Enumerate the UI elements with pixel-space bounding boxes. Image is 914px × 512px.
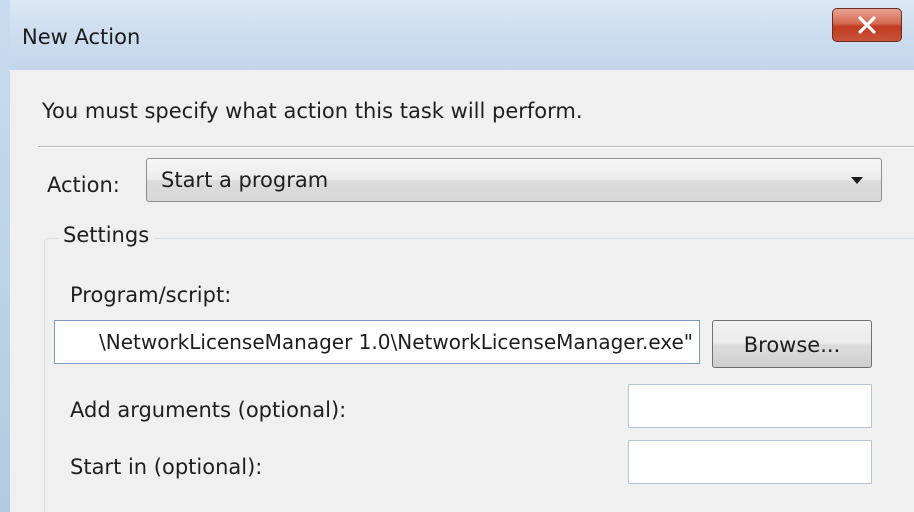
close-button[interactable] bbox=[832, 8, 902, 42]
browse-button-label: Browse... bbox=[743, 333, 841, 357]
browse-button[interactable]: Browse... bbox=[712, 320, 872, 368]
add-arguments-label: Add arguments (optional): bbox=[70, 398, 347, 422]
chevron-down-icon bbox=[851, 177, 863, 184]
action-label: Action: bbox=[47, 173, 120, 197]
window-title: New Action bbox=[22, 25, 141, 49]
header-separator bbox=[38, 146, 914, 148]
new-action-dialog: New Action You must specify what action … bbox=[0, 0, 914, 512]
start-in-label: Start in (optional): bbox=[70, 455, 263, 479]
add-arguments-input-box[interactable] bbox=[628, 384, 872, 428]
add-arguments-input[interactable] bbox=[629, 385, 871, 427]
settings-legend: Settings bbox=[58, 220, 155, 250]
start-in-input-box[interactable] bbox=[628, 440, 872, 484]
action-dropdown[interactable]: Start a program bbox=[146, 158, 882, 202]
program-script-label: Program/script: bbox=[70, 283, 232, 307]
close-x-icon bbox=[858, 16, 876, 34]
start-in-input[interactable] bbox=[629, 441, 871, 483]
program-script-input[interactable]: \NetworkLicenseManager 1.0\NetworkLicens… bbox=[54, 320, 700, 364]
program-script-value: \NetworkLicenseManager 1.0\NetworkLicens… bbox=[99, 330, 693, 354]
window-frame-edge bbox=[0, 0, 10, 512]
action-selected-value: Start a program bbox=[161, 168, 329, 192]
instruction-text: You must specify what action this task w… bbox=[42, 99, 583, 123]
